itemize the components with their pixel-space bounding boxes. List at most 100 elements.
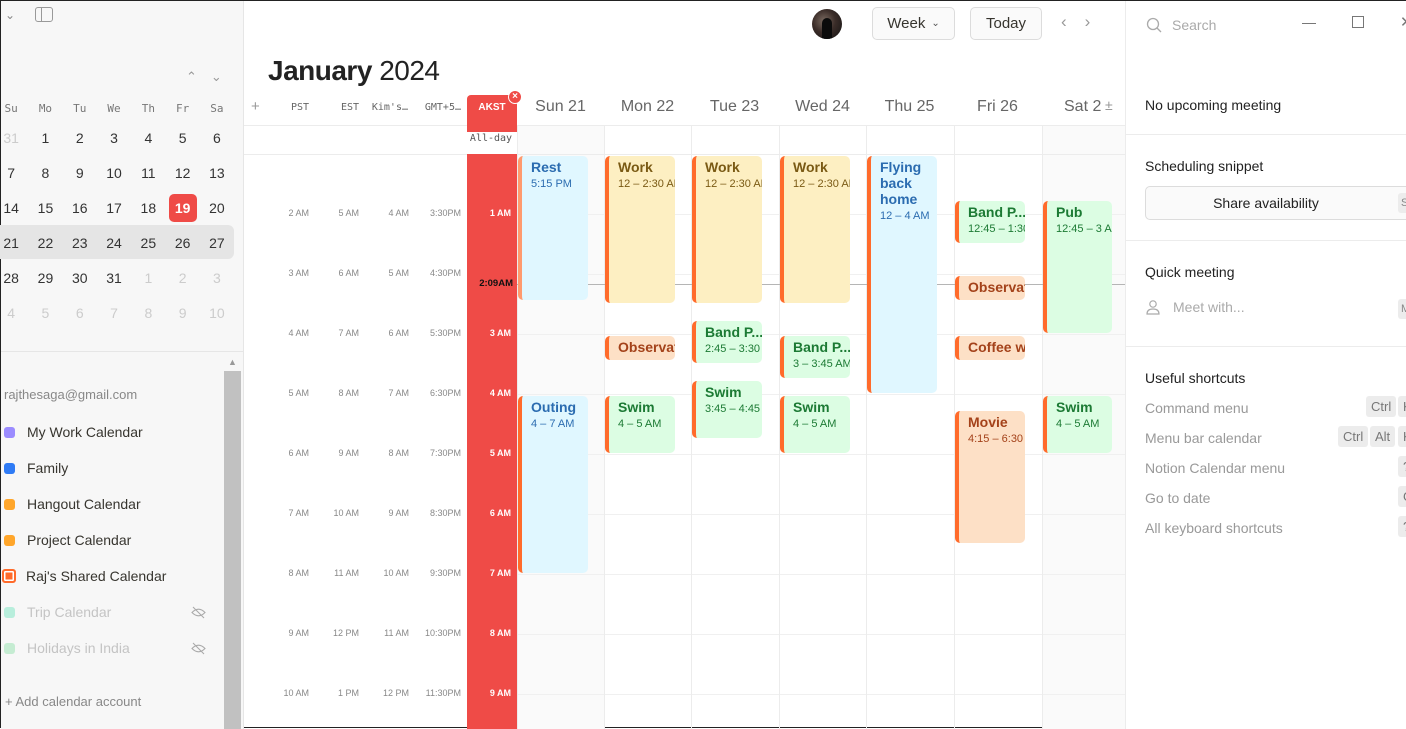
mini-calendar-day[interactable]: 10 [200,305,234,321]
mini-calendar-day[interactable]: 5 [28,305,62,321]
scrollbar-thumb[interactable] [224,371,241,729]
mini-calendar-day[interactable]: 7 [0,165,28,181]
mini-calendar-day[interactable]: 16 [63,200,97,216]
mini-calendar-day[interactable]: 11 [131,165,165,181]
mini-calendar-day[interactable]: 13 [200,165,234,181]
calendar-color-swatch[interactable] [4,534,15,546]
day-header[interactable]: Sun 21 [517,98,604,116]
add-calendar-account-button[interactable]: + Add calendar account [5,694,141,709]
mini-calendar-day[interactable]: 27 [200,235,234,251]
mini-calendar-day[interactable]: 2 [165,270,199,286]
calendar-color-swatch[interactable] [4,498,15,510]
calendar-event[interactable]: Swim 4 – 5 AM [780,396,850,453]
calendar-event[interactable]: Work 12 – 2:30 AM [780,156,850,303]
previous-week-icon[interactable]: ‹ [1061,12,1067,32]
mini-calendar-day[interactable]: 6 [200,130,234,146]
meet-with-input[interactable]: Meet with... [1145,299,1245,315]
calendar-event[interactable]: Swim 4 – 5 AM [1043,396,1112,453]
mini-calendar-day[interactable]: 21 [0,235,28,251]
mini-calendar-today[interactable]: 19 [168,193,197,222]
mini-calendar-day[interactable]: 3 [97,130,131,146]
eye-off-icon[interactable] [191,606,206,619]
timezone-label[interactable]: EST [324,102,359,113]
mini-calendar-day[interactable]: 17 [97,200,131,216]
mini-calendar-day[interactable]: 29 [28,270,62,286]
calendar-event[interactable]: Observat [605,336,675,360]
mini-calendar-day[interactable]: 4 [0,305,28,321]
mini-calendar-day[interactable]: 1 [131,270,165,286]
mini-calendar-day[interactable]: 20 [200,200,234,216]
search-input[interactable]: Search [1146,17,1216,33]
view-selector-button[interactable]: Week ⌄ [872,7,955,40]
mini-calendar-day[interactable]: 6 [63,305,97,321]
calendar-event[interactable]: Rest 5:15 PM [518,156,588,300]
mini-calendar-day[interactable]: 3 [200,270,234,286]
minimize-icon[interactable] [1302,22,1316,24]
calendar-color-swatch[interactable] [2,569,16,583]
eye-off-icon[interactable] [191,642,206,655]
mini-calendar-day[interactable]: 2 [63,130,97,146]
mini-calendar-day[interactable]: 24 [97,235,131,251]
close-window-icon[interactable]: ✕ [1400,13,1406,31]
calendar-event[interactable]: Swim 3:45 – 4:45 AM [692,381,762,438]
calendar-item[interactable]: My Work Calendar [1,414,221,450]
calendar-event[interactable]: Pub 12:45 – 3 AM [1043,201,1112,333]
calendar-event[interactable]: Movie 4:15 – 6:30 AM [955,411,1025,543]
mini-calendar-day[interactable]: 31 [97,270,131,286]
calendar-item[interactable]: Project Calendar [1,522,221,558]
mini-calendar-day[interactable]: 1 [28,130,62,146]
today-button[interactable]: Today [970,7,1042,40]
mini-calendar-day[interactable]: 12 [165,165,199,181]
avatar[interactable] [812,9,842,39]
mini-calendar-day[interactable]: 30 [63,270,97,286]
mini-calendar-day[interactable]: 14 [0,200,28,216]
day-header[interactable]: Mon 22 [604,98,691,116]
add-timezone-icon[interactable]: + [251,98,260,115]
mini-calendar-day[interactable]: 26 [165,235,199,251]
all-day-row[interactable] [244,125,1125,155]
calendar-event[interactable]: Observat [955,276,1025,300]
mini-calendar-day[interactable]: 9 [63,165,97,181]
mini-calendar-day[interactable]: 8 [28,165,62,181]
next-month-icon[interactable]: ⌄ [211,69,222,85]
mini-calendar-day[interactable]: 18 [131,200,165,216]
calendar-event[interactable]: Coffee w [955,336,1025,360]
calendar-event[interactable]: Work 12 – 2:30 AM [692,156,762,303]
calendar-event[interactable]: Swim 4 – 5 AM [605,396,675,453]
calendar-item[interactable]: Raj's Shared Calendar [1,558,221,594]
maximize-icon[interactable] [1352,16,1364,28]
calendar-color-swatch[interactable] [4,462,15,474]
day-header[interactable]: Thu 25 [866,98,953,116]
timezone-label[interactable]: Kim's… [366,102,408,113]
mini-calendar-day[interactable]: 8 [131,305,165,321]
mini-calendar-day[interactable]: 23 [63,235,97,251]
calendar-item[interactable]: Family [1,450,221,486]
sidebar-scrollbar[interactable]: ▲ [224,353,241,729]
timezone-label[interactable]: GMT+5… [416,102,461,113]
mini-calendar-day[interactable]: 10 [97,165,131,181]
mini-calendar-day[interactable]: 15 [28,200,62,216]
next-week-icon[interactable]: › [1085,12,1091,32]
mini-calendar-day[interactable]: 4 [131,130,165,146]
mini-calendar-day[interactable]: 5 [165,130,199,146]
mini-calendar-day[interactable]: 9 [165,305,199,321]
mini-calendar-day[interactable]: 31 [0,130,28,146]
mini-calendar-day[interactable]: 28 [0,270,28,286]
mini-calendar-day[interactable]: 22 [28,235,62,251]
previous-month-icon[interactable]: ⌃ [186,69,197,85]
mini-calendar-day[interactable]: 25 [131,235,165,251]
mini-calendar-day[interactable]: 7 [97,305,131,321]
calendar-event[interactable]: Band P... 3 – 3:45 AM [780,336,850,378]
share-availability-button[interactable]: Share availability [1145,186,1406,220]
day-header[interactable]: Wed 24 [779,98,866,116]
day-header[interactable]: Tue 23 [691,98,778,116]
day-header[interactable]: Fri 26 [954,98,1041,116]
calendar-event[interactable]: Band P... 2:45 – 3:30 AM [692,321,762,363]
toggle-sidebar-icon[interactable] [35,7,54,22]
calendar-color-swatch[interactable] [4,606,15,618]
scroll-up-icon[interactable]: ▲ [224,353,241,371]
calendar-event[interactable]: Work 12 – 2:30 AM [605,156,675,303]
calendar-color-swatch[interactable] [4,426,15,438]
timezone-label[interactable]: PST [274,102,309,113]
expand-days-icon[interactable]: ± [1105,97,1113,113]
